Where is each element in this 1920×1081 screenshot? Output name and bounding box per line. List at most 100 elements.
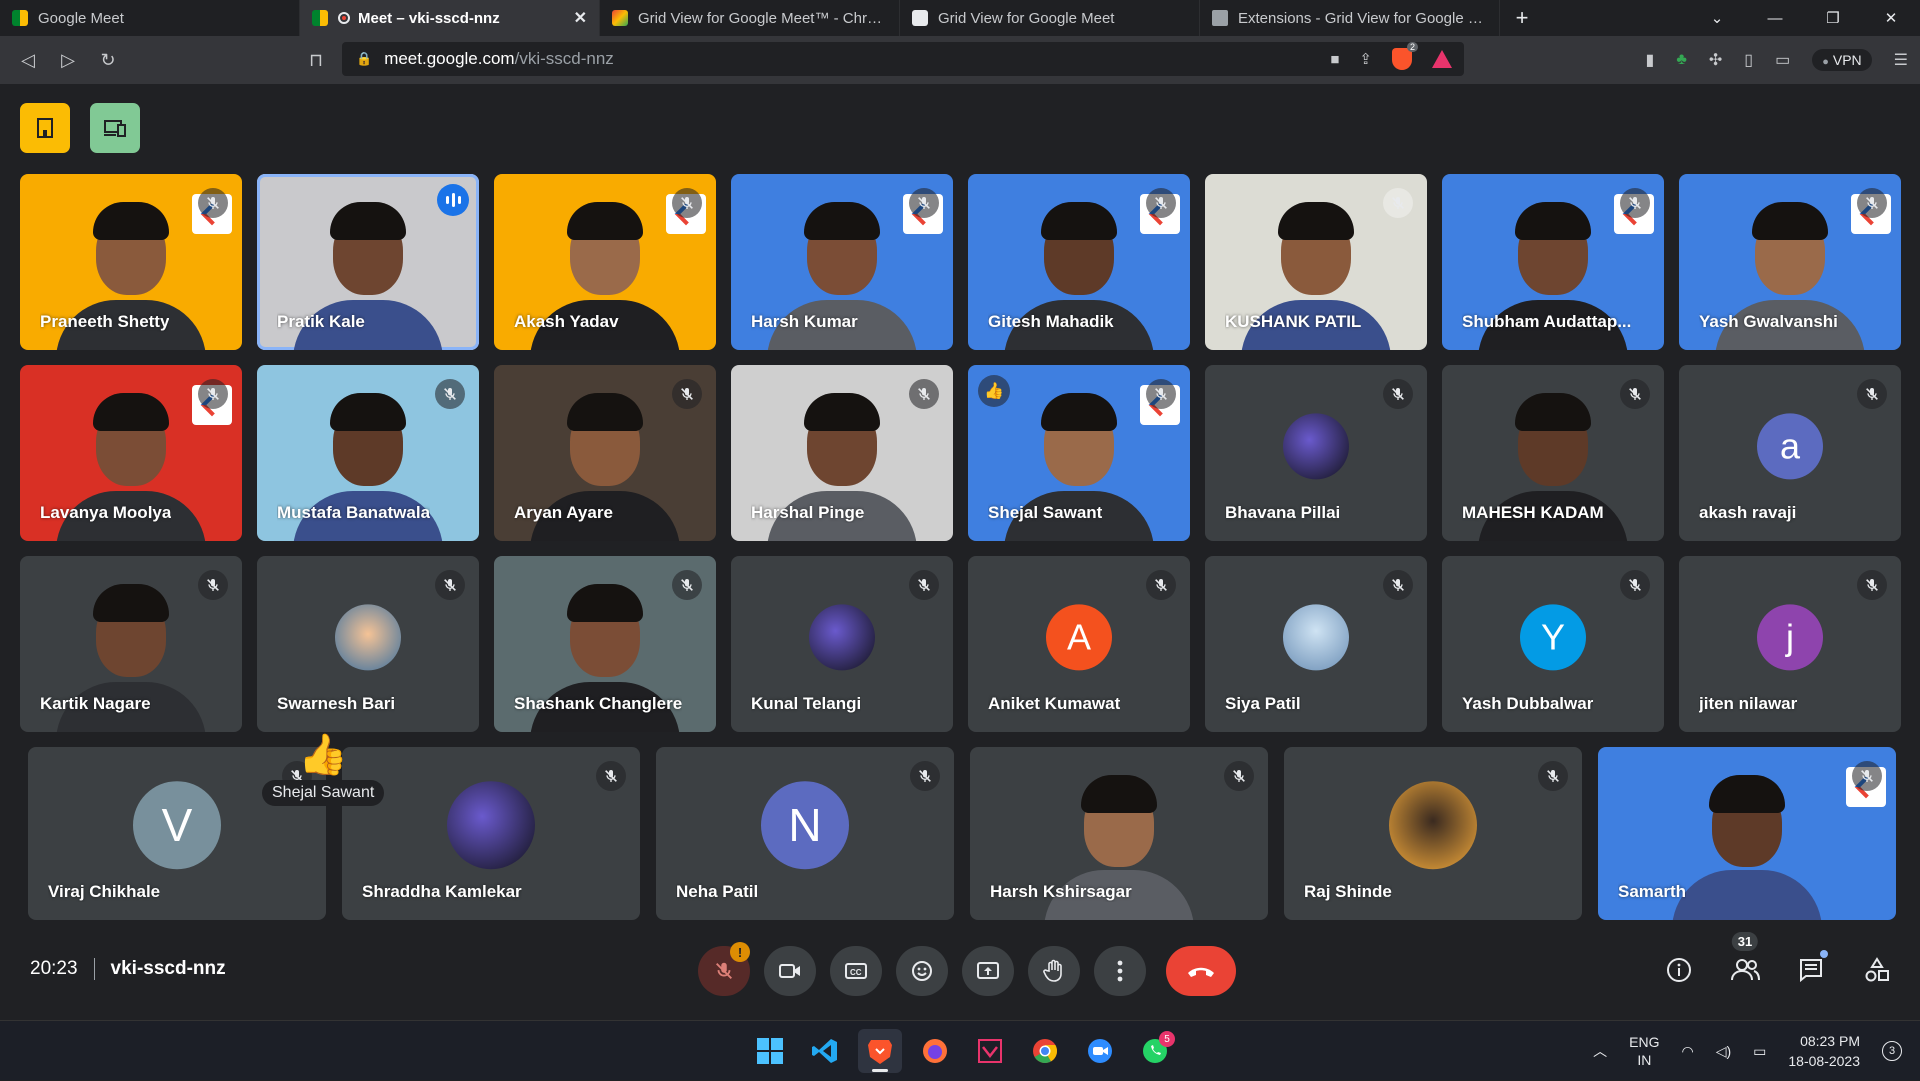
- start-button[interactable]: [748, 1029, 792, 1073]
- participant-tile[interactable]: Mustafa Banatwala: [257, 365, 479, 541]
- thumbs-up-icon: 👍: [298, 733, 349, 777]
- participant-name: Samarth: [1618, 882, 1687, 901]
- participant-tile[interactable]: Harshal Pinge: [731, 365, 953, 541]
- brave-shields-icon[interactable]: 2: [1392, 42, 1418, 70]
- participant-tile[interactable]: MAHESH KADAM: [1442, 365, 1664, 541]
- menu-icon[interactable]: ☰: [1894, 50, 1908, 70]
- zoom-taskbar-button[interactable]: [1078, 1029, 1122, 1073]
- tab-grid-view-webstore[interactable]: Grid View for Google Meet™ - Chrome: [600, 0, 900, 36]
- participant-tile[interactable]: Shubham Audattap...: [1442, 174, 1664, 350]
- participant-name: Raj Shinde: [1304, 882, 1392, 901]
- volume-icon[interactable]: ◁): [1716, 1043, 1731, 1060]
- camera-button[interactable]: [764, 946, 816, 996]
- participant-tile[interactable]: Harsh Kumar: [731, 174, 953, 350]
- participant-tile[interactable]: Praneeth Shetty: [20, 174, 242, 350]
- present-button[interactable]: [962, 946, 1014, 996]
- input-language[interactable]: ENG IN: [1629, 1033, 1659, 1069]
- participant-name: Pratik Kale: [277, 312, 365, 331]
- new-tab-button[interactable]: +: [1500, 0, 1544, 36]
- participant-tile[interactable]: Samarth: [1598, 747, 1896, 920]
- extension-tree-icon[interactable]: ♣: [1676, 51, 1687, 69]
- tab-search-icon[interactable]: ⌄: [1688, 0, 1746, 36]
- tab-meet-active[interactable]: Meet – vki-sscd-nnz ✕: [300, 0, 600, 36]
- grid-view-devices-button[interactable]: [90, 103, 140, 153]
- share-icon[interactable]: ⇪: [1359, 50, 1372, 68]
- address-bar[interactable]: 🔒 meet.google.com/vki-sscd-nnz ■ ⇪ 2: [342, 42, 1464, 76]
- microphone-button[interactable]: !: [698, 942, 750, 996]
- leave-call-button[interactable]: [1166, 946, 1236, 996]
- language-code: ENG: [1629, 1034, 1660, 1050]
- participant-tile[interactable]: Harsh Kshirsagar: [970, 747, 1268, 920]
- participant-tile[interactable]: Bhavana Pillai: [1205, 365, 1427, 541]
- participant-tile[interactable]: Swarnesh Bari: [257, 556, 479, 732]
- participant-tile[interactable]: 👍 Shejal Sawant: [968, 365, 1190, 541]
- vscode-taskbar-button[interactable]: [803, 1029, 847, 1073]
- mic-off-icon: [1620, 379, 1650, 409]
- raise-hand-button[interactable]: [1028, 946, 1080, 996]
- system-clock[interactable]: 08:23 PM 18-08-2023: [1788, 1031, 1860, 1071]
- vpn-button[interactable]: VPN: [1812, 49, 1872, 71]
- minimize-button[interactable]: —: [1746, 0, 1804, 36]
- firefox-taskbar-button[interactable]: [913, 1029, 957, 1073]
- mic-off-icon: [1857, 570, 1887, 600]
- participant-tile[interactable]: Yash Gwalvanshi: [1679, 174, 1901, 350]
- participant-name: Praneeth Shetty: [40, 312, 170, 331]
- extension-bottle-icon[interactable]: ▮: [1646, 50, 1655, 70]
- back-icon[interactable]: ◁: [8, 50, 48, 71]
- people-button[interactable]: 31: [1728, 932, 1762, 990]
- participant-tile[interactable]: Lavanya Moolya: [20, 365, 242, 541]
- participant-tile[interactable]: a akash ravaji: [1679, 365, 1901, 541]
- chat-button[interactable]: [1794, 950, 1828, 990]
- tab-extensions[interactable]: Extensions - Grid View for Google Meet: [1200, 0, 1500, 36]
- brave-rewards-icon[interactable]: [1432, 50, 1452, 68]
- wallet-icon[interactable]: ▭: [1775, 50, 1790, 70]
- whatsapp-taskbar-button[interactable]: 5: [1133, 1029, 1177, 1073]
- participant-tile[interactable]: Shraddha Kamlekar: [342, 747, 640, 920]
- participant-tile[interactable]: Gitesh Mahadik: [968, 174, 1190, 350]
- mic-off-icon: [198, 188, 228, 218]
- tab-google-meet[interactable]: Google Meet: [0, 0, 300, 36]
- captions-button[interactable]: CC: [830, 946, 882, 996]
- tab-grid-view-doc[interactable]: Grid View for Google Meet: [900, 0, 1200, 36]
- participant-tile[interactable]: Kunal Telangi: [731, 556, 953, 732]
- divider: [93, 958, 95, 980]
- participant-tile[interactable]: Shashank Changlere: [494, 556, 716, 732]
- meeting-details-button[interactable]: [1662, 950, 1696, 990]
- sidebar-icon[interactable]: ▯: [1744, 50, 1753, 70]
- battery-icon[interactable]: ▭: [1753, 1043, 1766, 1060]
- notification-count-badge[interactable]: 3: [1882, 1041, 1902, 1061]
- participant-tile[interactable]: Raj Shinde: [1284, 747, 1582, 920]
- forward-icon[interactable]: ▷: [48, 50, 88, 71]
- participant-tile[interactable]: Siya Patil: [1205, 556, 1427, 732]
- participant-tile[interactable]: Kartik Nagare: [20, 556, 242, 732]
- omnibox-actions: ■ ⇪ 2: [1330, 42, 1452, 76]
- participant-tile[interactable]: Pratik Kale: [257, 174, 479, 350]
- profile-photo-avatar: [809, 604, 875, 671]
- mic-off-icon: [1538, 761, 1568, 791]
- grid-view-toggle-button[interactable]: [20, 103, 70, 153]
- avatar: N: [761, 780, 849, 869]
- close-window-button[interactable]: ✕: [1862, 0, 1920, 36]
- camera-in-use-icon[interactable]: ■: [1330, 51, 1339, 68]
- activities-button[interactable]: [1860, 950, 1894, 990]
- restore-button[interactable]: ❐: [1804, 0, 1862, 36]
- close-tab-icon[interactable]: ✕: [574, 8, 587, 28]
- app-red-taskbar-button[interactable]: [968, 1029, 1012, 1073]
- bookmark-icon[interactable]: ⊓: [296, 50, 336, 71]
- wifi-icon[interactable]: ◠: [1681, 1043, 1693, 1060]
- participant-tile[interactable]: A Aniket Kumawat: [968, 556, 1190, 732]
- brave-taskbar-button[interactable]: [858, 1029, 902, 1073]
- participant-name: Yash Dubbalwar: [1462, 694, 1594, 713]
- participant-tile[interactable]: KUSHANK PATIL: [1205, 174, 1427, 350]
- more-options-button[interactable]: [1094, 946, 1146, 996]
- show-hidden-icons-icon[interactable]: ︿: [1593, 1041, 1607, 1061]
- chrome-taskbar-button[interactable]: [1023, 1029, 1067, 1073]
- participant-tile[interactable]: Akash Yadav: [494, 174, 716, 350]
- participant-tile[interactable]: N Neha Patil: [656, 747, 954, 920]
- participant-tile[interactable]: Y Yash Dubbalwar: [1442, 556, 1664, 732]
- participant-tile[interactable]: Aryan Ayare: [494, 365, 716, 541]
- reload-icon[interactable]: ↻: [88, 50, 128, 71]
- participant-tile[interactable]: j jiten nilawar: [1679, 556, 1901, 732]
- reactions-button[interactable]: [896, 946, 948, 996]
- extensions-puzzle-icon[interactable]: ✣: [1709, 50, 1722, 70]
